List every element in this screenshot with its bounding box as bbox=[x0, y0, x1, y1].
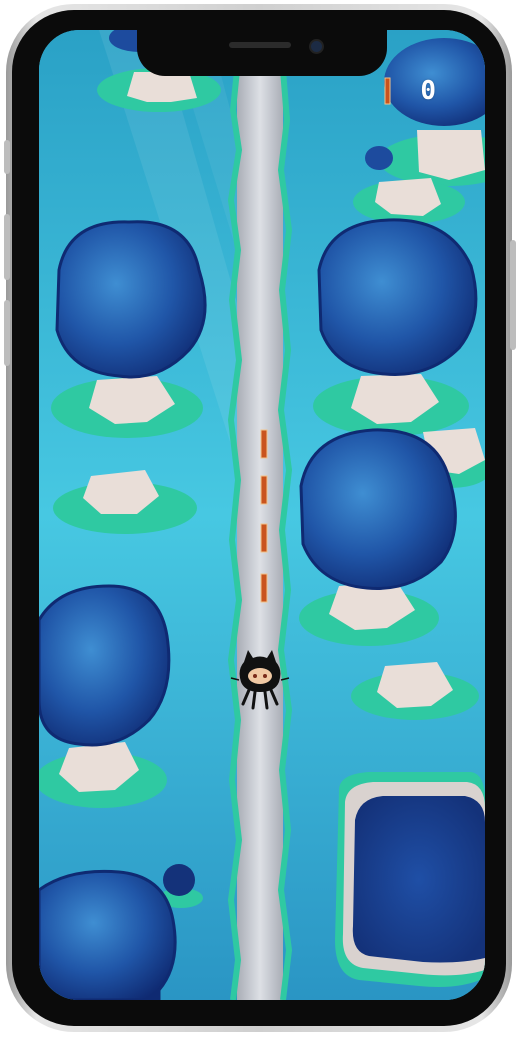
tree-right-2 bbox=[299, 428, 457, 646]
lane-marker bbox=[260, 429, 268, 459]
tree-left-2 bbox=[39, 584, 171, 808]
tree-right-1 bbox=[313, 218, 478, 436]
score-counter: 0 bbox=[420, 76, 437, 106]
lane-marker bbox=[260, 573, 268, 603]
game-screen[interactable]: 0 bbox=[39, 30, 485, 1000]
pause-icon[interactable] bbox=[384, 77, 391, 105]
tree-left-1 bbox=[51, 220, 207, 438]
volume-down-button bbox=[4, 300, 10, 366]
lane-marker bbox=[260, 523, 268, 553]
tree-left-3 bbox=[39, 869, 177, 1000]
power-button bbox=[510, 240, 516, 350]
game-canvas[interactable] bbox=[39, 30, 485, 1000]
front-camera bbox=[309, 39, 324, 54]
pond bbox=[335, 772, 485, 987]
volume-up-button bbox=[4, 214, 10, 280]
mute-switch bbox=[4, 140, 10, 174]
phone-notch bbox=[137, 30, 387, 76]
road bbox=[237, 70, 283, 1000]
speaker-grille bbox=[229, 42, 291, 48]
lane-marker bbox=[260, 475, 268, 505]
